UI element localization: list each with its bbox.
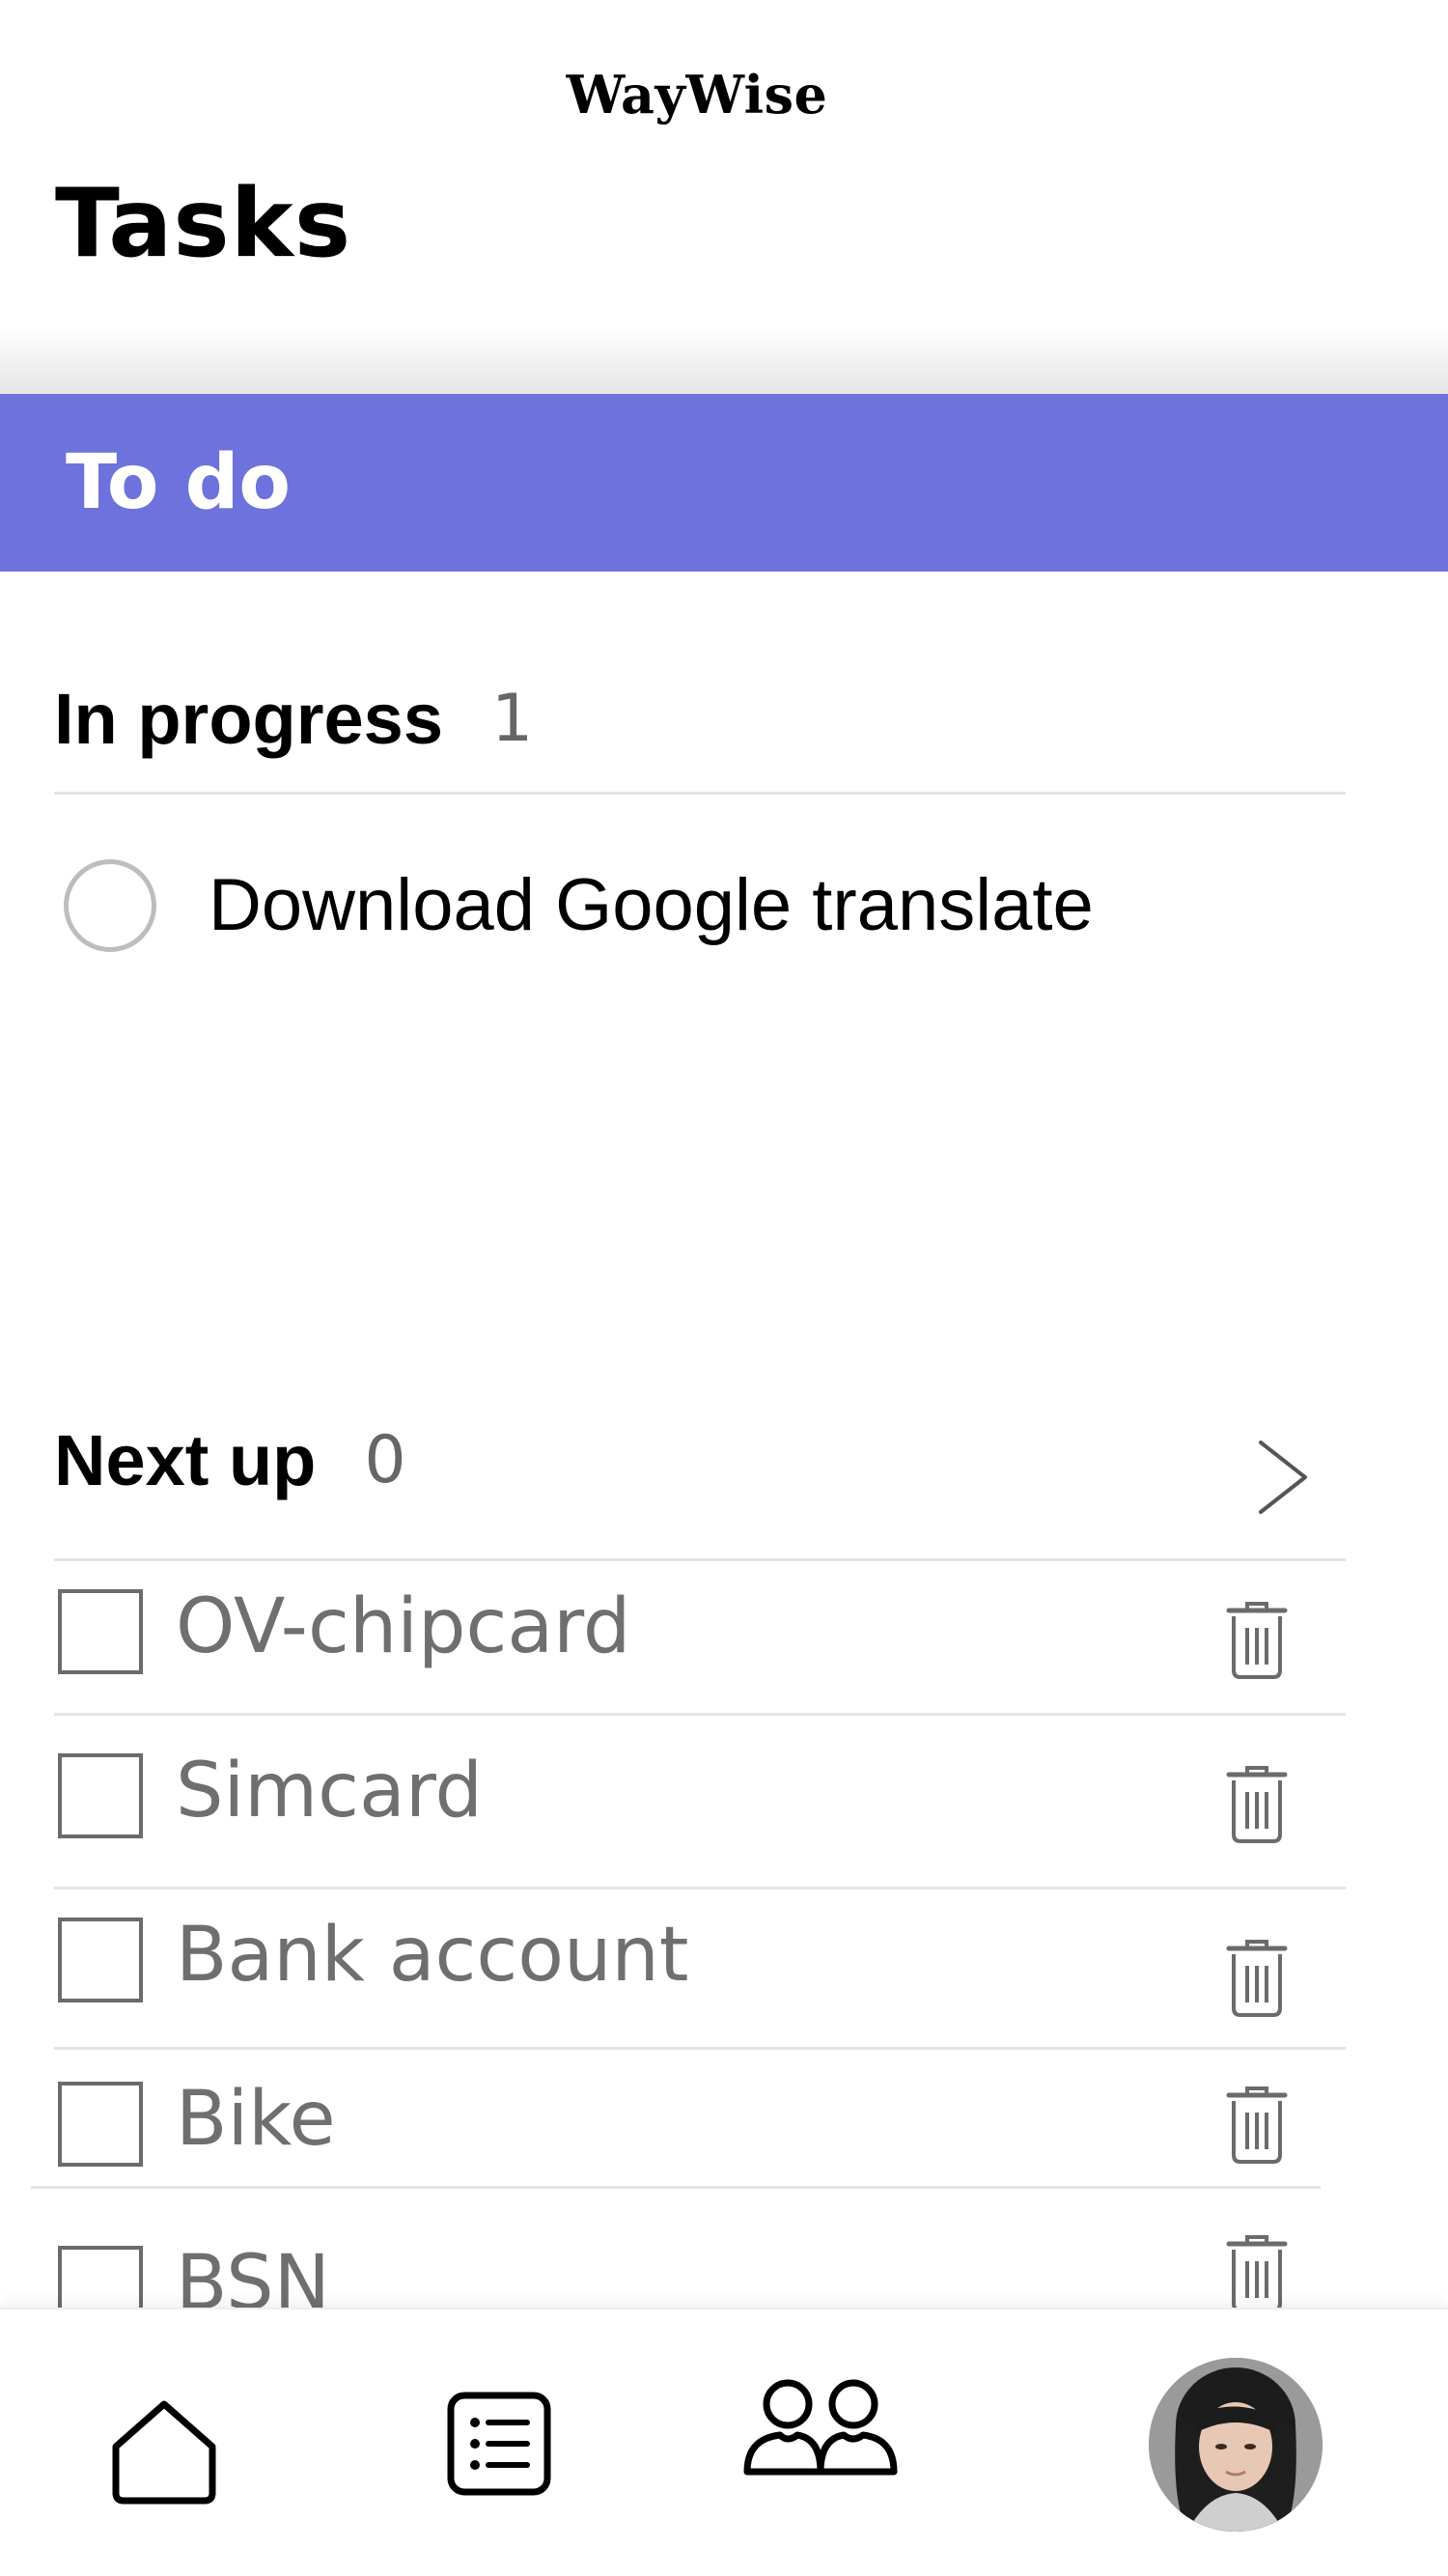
list-icon[interactable] [446, 2391, 552, 2497]
list-item: Simcard [54, 1726, 1346, 1871]
in-progress-item-label: Download Google translate [209, 864, 1094, 946]
task-checkbox[interactable] [58, 2246, 143, 2308]
task-checkbox[interactable] [58, 1918, 143, 2002]
list-item: Bank account [54, 1890, 1346, 2035]
profile-photo [1149, 2358, 1323, 2532]
divider [54, 2047, 1346, 2050]
trash-icon[interactable] [1226, 1601, 1288, 1680]
tab-todo[interactable]: To do [0, 394, 1448, 572]
trash-icon[interactable] [1226, 1765, 1288, 1844]
trash-icon[interactable] [1226, 2086, 1288, 2165]
community-icon[interactable] [741, 2371, 900, 2483]
divider [54, 1887, 1346, 1890]
page-title: Tasks [55, 169, 352, 279]
list-item: OV-chipcard [54, 1562, 1346, 1707]
in-progress-header: In progress 1 [54, 676, 1346, 759]
trash-icon[interactable] [1226, 2234, 1288, 2308]
next-up-title: Next up [54, 1420, 317, 1500]
avatar[interactable] [1149, 2358, 1323, 2532]
divider [54, 1558, 1346, 1561]
next-up-header[interactable]: Next up 0 [54, 1417, 1346, 1500]
task-label: BSN [176, 2240, 330, 2308]
divider [54, 792, 1346, 795]
in-progress-title: In progress [54, 679, 443, 759]
task-label: Simcard [176, 1748, 484, 1834]
task-checkbox[interactable] [58, 1589, 143, 1674]
divider [54, 1713, 1346, 1716]
home-icon[interactable] [108, 2396, 220, 2508]
header-shadow [0, 326, 1448, 394]
in-progress-item[interactable]: Download Google translate [54, 850, 1346, 966]
bottom-nav [0, 2308, 1448, 2576]
next-up-count: 0 [364, 1422, 406, 1498]
task-checkbox[interactable] [58, 1753, 143, 1838]
list-item: BSN [54, 2219, 1346, 2308]
task-checkbox[interactable] [58, 2082, 143, 2167]
task-label: Bike [176, 2076, 336, 2163]
app-logo: WayWise [566, 64, 828, 126]
chevron-right-icon[interactable] [1255, 1439, 1313, 1516]
complete-task-radio[interactable] [64, 859, 156, 952]
list-item: Bike [54, 2055, 1346, 2199]
task-label: OV-chipcard [176, 1583, 631, 1670]
tab-todo-label: To do [66, 439, 292, 526]
trash-icon[interactable] [1226, 1939, 1288, 2018]
in-progress-count: 1 [491, 681, 534, 757]
task-label: Bank account [176, 1912, 689, 1999]
